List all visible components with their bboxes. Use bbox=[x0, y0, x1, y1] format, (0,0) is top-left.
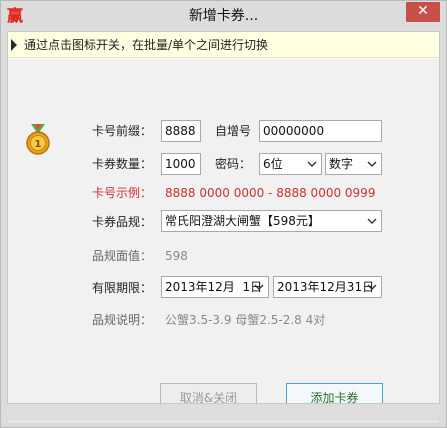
spec-label: 卡券品规： bbox=[92, 215, 153, 229]
chevron-down-icon bbox=[307, 161, 317, 167]
valid-label: 有限期限： bbox=[92, 281, 153, 295]
quantity-input[interactable]: 1000 bbox=[161, 153, 201, 175]
chevron-down-icon bbox=[367, 218, 377, 224]
serial-input[interactable]: 00000000 bbox=[259, 120, 382, 142]
password-length-value: 6位 bbox=[263, 157, 283, 171]
hint-arrow-icon bbox=[11, 39, 17, 51]
svg-text:1: 1 bbox=[35, 139, 42, 150]
hint-bar: 通过点击图标开关，在批量/单个之间进行切换 bbox=[8, 32, 439, 58]
password-length-select[interactable]: 6位 bbox=[259, 153, 322, 175]
desc-value: 公蟹3.5-3.9 母蟹2.5-2.8 4对 bbox=[165, 313, 326, 327]
chevron-down-icon bbox=[367, 284, 377, 290]
window-title: 新增卡券... bbox=[188, 8, 259, 24]
status-bar bbox=[7, 403, 440, 421]
quantity-label: 卡券数量： bbox=[92, 157, 153, 171]
example-label: 卡号示例： bbox=[92, 186, 153, 200]
close-button[interactable]: ✕ bbox=[406, 2, 440, 22]
password-type-select[interactable]: 数字 bbox=[325, 153, 382, 175]
valid-from-value: 2013年12月 1日 bbox=[165, 280, 263, 294]
chevron-down-icon bbox=[254, 284, 264, 290]
spec-value: 常氏阳澄湖大闸蟹【598元】 bbox=[165, 214, 320, 228]
serial-label: 自增号 bbox=[215, 124, 252, 138]
prefix-input[interactable]: 8888 bbox=[161, 120, 201, 142]
valid-from-date[interactable]: 2013年12月 1日 bbox=[161, 276, 269, 298]
password-type-value: 数字 bbox=[329, 157, 354, 171]
example-value: 8888 0000 0000 - 8888 0000 0999 bbox=[165, 186, 376, 200]
prefix-label: 卡号前缀： bbox=[92, 124, 153, 138]
form-area: 1 卡号前缀： 8888 自增号 00000000 卡券数量： 1000 密码：… bbox=[8, 59, 439, 422]
dialog-window: 新增卡券... 赢 ✕ 通过点击图标开关，在批量/单个之间进行切换 1 卡号前缀… bbox=[0, 0, 447, 428]
desc-label: 品规说明： bbox=[92, 313, 153, 327]
face-label: 品规面值： bbox=[92, 249, 153, 263]
valid-to-date[interactable]: 2013年12月31日 bbox=[273, 276, 382, 298]
chevron-down-icon bbox=[367, 161, 377, 167]
batch-toggle-icon[interactable]: 1 bbox=[25, 122, 51, 156]
app-logo-icon: 赢 bbox=[6, 6, 23, 25]
password-label: 密码： bbox=[215, 157, 252, 171]
dialog-body: 通过点击图标开关，在批量/单个之间进行切换 1 卡号前缀： 8888 自增号 0… bbox=[7, 31, 440, 422]
face-value: 598 bbox=[165, 249, 188, 263]
hint-text: 通过点击图标开关，在批量/单个之间进行切换 bbox=[24, 38, 269, 52]
valid-to-value: 2013年12月31日 bbox=[277, 280, 375, 294]
spec-select[interactable]: 常氏阳澄湖大闸蟹【598元】 bbox=[161, 210, 382, 232]
title-bar[interactable]: 新增卡券... 赢 ✕ bbox=[1, 1, 446, 31]
